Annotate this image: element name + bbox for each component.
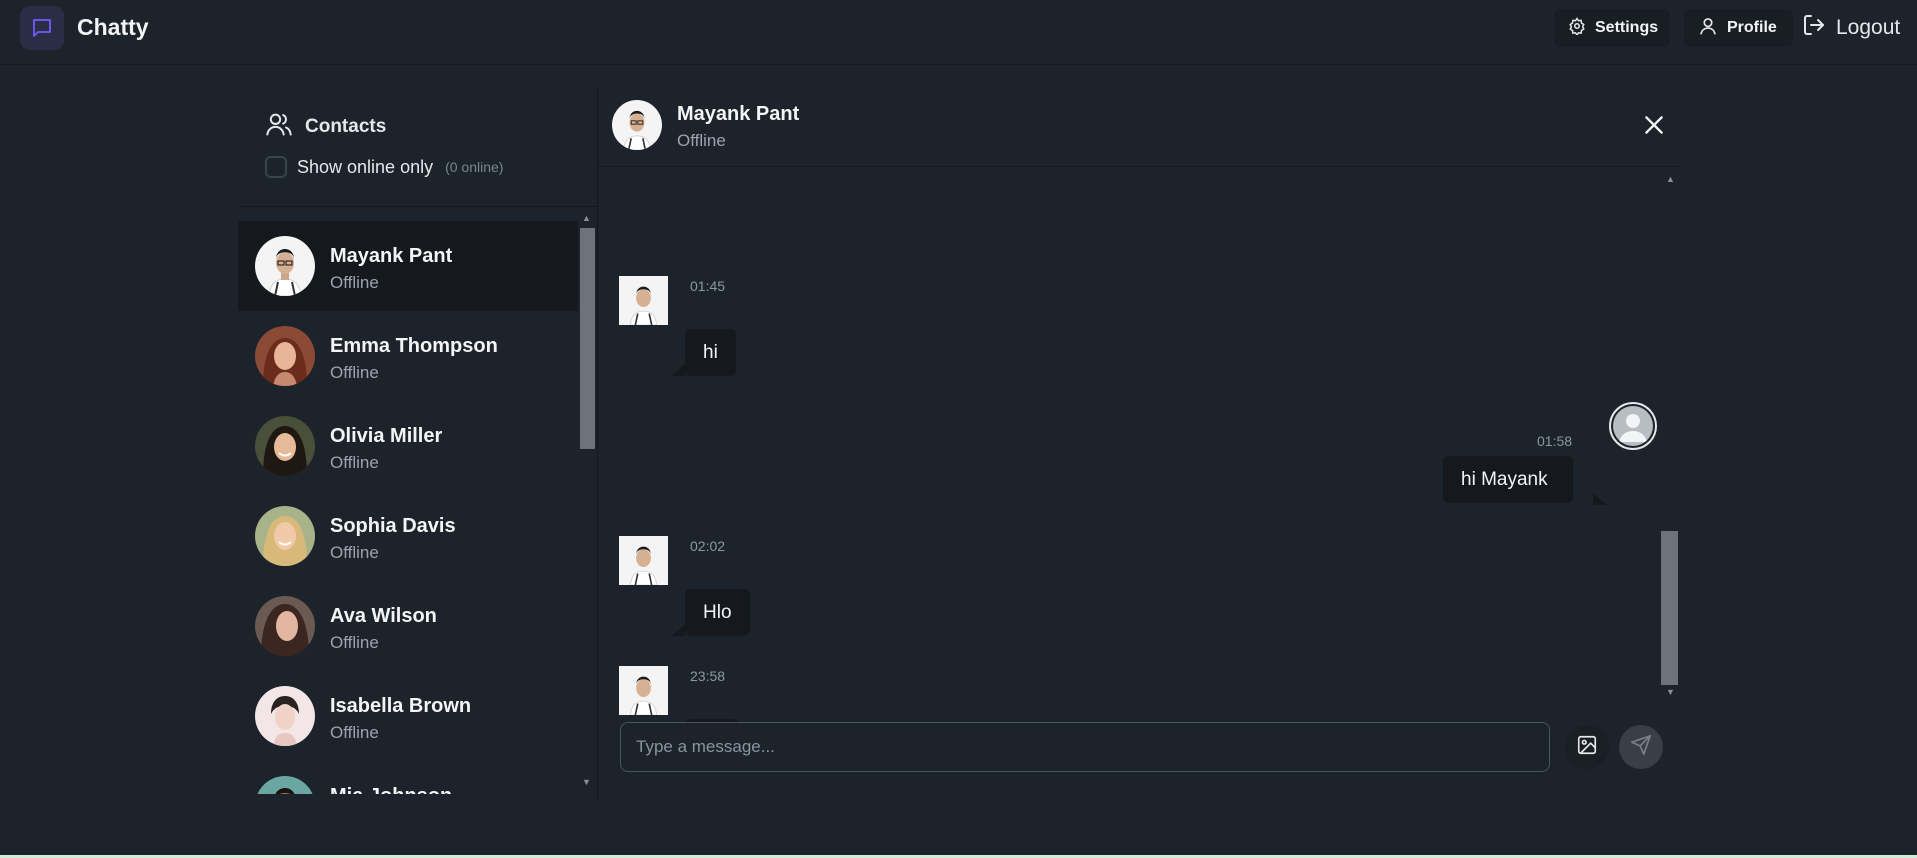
contact-status: Offline bbox=[330, 543, 379, 562]
gear-icon bbox=[1568, 16, 1586, 40]
chat-contact-name: Mayank Pant bbox=[677, 103, 800, 125]
online-count: (0 online) bbox=[445, 159, 504, 175]
avatar bbox=[255, 686, 315, 746]
close-icon[interactable] bbox=[1641, 112, 1667, 138]
contact-status: Offline bbox=[330, 363, 379, 382]
contacts-header: Contacts bbox=[265, 110, 386, 143]
message-bubble: hi Mayank bbox=[1443, 456, 1573, 503]
contact-item[interactable]: Isabella Brown Offline bbox=[238, 671, 578, 761]
online-only-label[interactable]: Show online only bbox=[297, 157, 433, 178]
contact-item[interactable]: Sophia Davis Offline bbox=[238, 491, 578, 581]
contact-name: Olivia Miller bbox=[330, 425, 443, 447]
contact-item[interactable]: Ava Wilson Offline bbox=[238, 581, 578, 671]
chat-scrollbar[interactable] bbox=[1661, 531, 1678, 685]
avatar bbox=[255, 416, 315, 476]
contact-name: Ava Wilson bbox=[330, 605, 437, 627]
logo-icon[interactable] bbox=[20, 6, 64, 50]
scroll-up-arrow[interactable]: ▲ bbox=[1666, 174, 1675, 184]
message-input[interactable] bbox=[620, 722, 1550, 772]
contacts-sidebar: Contacts Show online only (0 online) May… bbox=[238, 86, 598, 800]
contact-status: Offline bbox=[330, 453, 379, 472]
message-time: 01:58 bbox=[1537, 433, 1573, 449]
contact-name: Isabella Brown bbox=[330, 695, 472, 717]
bubble-tail bbox=[671, 364, 685, 376]
brand-name[interactable]: Chatty bbox=[77, 14, 149, 41]
profile-label: Profile bbox=[1727, 19, 1777, 36]
chat-container: Contacts Show online only (0 online) May… bbox=[238, 86, 1681, 800]
settings-label: Settings bbox=[1595, 19, 1659, 36]
settings-button[interactable]: Settings bbox=[1554, 9, 1670, 47]
top-navbar: Chatty Settings Profile Logout bbox=[0, 0, 1917, 65]
message-bubble: hi bbox=[685, 329, 736, 376]
my-avatar bbox=[1609, 402, 1657, 450]
message-composer bbox=[598, 722, 1681, 782]
contact-item[interactable]: Olivia Miller Offline bbox=[238, 401, 578, 491]
bubble-tail bbox=[1593, 493, 1607, 505]
message-avatar bbox=[619, 276, 668, 325]
message-time: 02:02 bbox=[690, 538, 726, 554]
image-upload-button[interactable] bbox=[1565, 725, 1609, 769]
message-avatar bbox=[619, 536, 668, 585]
contacts-title: Contacts bbox=[305, 115, 387, 137]
scroll-down-arrow[interactable]: ▼ bbox=[1666, 687, 1675, 697]
message-avatar bbox=[619, 666, 668, 715]
image-icon bbox=[1576, 734, 1598, 761]
contact-name: Emma Thompson bbox=[330, 335, 498, 357]
contact-status: Offline bbox=[330, 723, 379, 742]
avatar bbox=[255, 596, 315, 656]
message-time: 01:45 bbox=[690, 278, 726, 294]
avatar bbox=[255, 776, 315, 794]
scroll-down-arrow[interactable]: ▼ bbox=[582, 777, 591, 787]
divider bbox=[238, 206, 597, 207]
contact-name: Mayank Pant bbox=[330, 245, 453, 267]
chat-panel: Mayank Pant Offline 01:45 hi 01:58 hi Ma… bbox=[598, 86, 1681, 800]
contact-item[interactable]: Emma Thompson Offline bbox=[238, 311, 578, 401]
avatar bbox=[255, 506, 315, 566]
avatar bbox=[255, 236, 315, 296]
logout-icon bbox=[1802, 13, 1826, 43]
contact-name: Mia Johnson bbox=[330, 785, 452, 794]
contact-status: Offline bbox=[330, 273, 379, 292]
bubble-tail bbox=[671, 624, 685, 636]
send-icon bbox=[1630, 734, 1652, 761]
users-icon bbox=[265, 110, 293, 143]
send-button[interactable] bbox=[1619, 725, 1663, 769]
chat-contact-status: Offline bbox=[677, 131, 726, 150]
online-filter: Show online only (0 online) bbox=[265, 156, 503, 178]
avatar bbox=[255, 326, 315, 386]
message-bubble: Hlo bbox=[685, 589, 750, 636]
contact-list: Mayank Pant Offline Emma Thompson Offlin… bbox=[238, 221, 578, 794]
sidebar-scrollbar[interactable] bbox=[580, 228, 595, 449]
contact-name: Sophia Davis bbox=[330, 515, 456, 537]
message-list: 01:45 hi 01:58 hi Mayank 02:02 Hlo 23:58 bbox=[598, 168, 1681, 766]
logout-label: Logout bbox=[1836, 16, 1901, 39]
online-only-checkbox[interactable] bbox=[265, 156, 287, 178]
logout-button[interactable]: Logout bbox=[1802, 12, 1900, 44]
avatar bbox=[612, 100, 662, 150]
contact-status: Offline bbox=[330, 633, 379, 652]
contact-item[interactable]: Mayank Pant Offline bbox=[238, 221, 578, 311]
chat-header: Mayank Pant Offline bbox=[598, 86, 1681, 167]
profile-button[interactable]: Profile bbox=[1684, 9, 1793, 47]
contact-item[interactable]: Mia Johnson bbox=[238, 761, 578, 794]
message-time: 23:58 bbox=[690, 668, 726, 684]
scroll-up-arrow[interactable]: ▲ bbox=[582, 213, 591, 223]
user-icon bbox=[1698, 16, 1718, 41]
